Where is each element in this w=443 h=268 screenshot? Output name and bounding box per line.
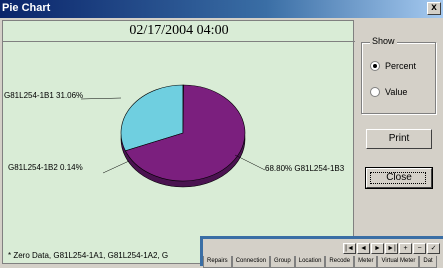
tab-virtual-meter[interactable]: Virtual Meter — [377, 256, 420, 268]
zero-data-note: * Zero Data, G81L254-1A1, G81L254-1A2, G — [8, 251, 169, 260]
tab-meter[interactable]: Meter — [354, 256, 378, 268]
pie-chart — [80, 84, 266, 188]
tab-repairs[interactable]: Repairs — [203, 256, 232, 268]
radio-value-label: Value — [385, 87, 408, 97]
slice-label-b1: G81L254-1B1 31.06% — [4, 91, 84, 100]
focus-rect — [370, 172, 426, 184]
chart-panel: 02/17/2004 04:00 G81L254-1B1 31.06% G81L… — [2, 20, 355, 264]
nav-next-button[interactable]: ► — [371, 243, 384, 254]
nav-first-button[interactable]: |◄ — [343, 243, 356, 254]
radio-value[interactable]: Value — [370, 85, 407, 99]
chart-date-title: 02/17/2004 04:00 — [129, 23, 229, 38]
leader-line-1 — [102, 160, 130, 174]
close-button[interactable]: Close — [365, 167, 433, 189]
background-window: |◄ ◄ ► ►| + − ✓ Repairs Connection Group… — [200, 236, 443, 268]
tab-recode[interactable]: Recode — [325, 256, 355, 268]
leader-line-2 — [234, 154, 266, 171]
radio-value-circle[interactable] — [370, 87, 380, 97]
chart-divider — [3, 41, 355, 42]
radio-percent-label: Percent — [385, 61, 417, 71]
pie-chart-window: Pie Chart x 02/17/2004 04:00 G81L254-1B1… — [0, 0, 443, 268]
close-icon[interactable]: x — [427, 2, 441, 15]
tab-location[interactable]: Location — [294, 256, 326, 268]
title-bar[interactable]: Pie Chart x — [0, 0, 443, 18]
tab-connection[interactable]: Connection — [231, 256, 271, 268]
nav-post-button[interactable]: ✓ — [427, 243, 440, 254]
bottom-tabs: Repairs Connection Group Location Recode… — [203, 256, 437, 268]
show-group-legend: Show — [370, 36, 397, 46]
leader-line-0 — [80, 97, 122, 100]
nav-last-button[interactable]: ►| — [385, 243, 398, 254]
slice-label-b2: G81L254-1B2 0.14% — [8, 163, 83, 172]
nav-delete-button[interactable]: − — [413, 243, 426, 254]
nav-prev-button[interactable]: ◄ — [357, 243, 370, 254]
slice-label-b3: 68.80% G81L254-1B3 — [265, 164, 345, 173]
window-title: Pie Chart — [2, 2, 51, 14]
tab-group[interactable]: Group — [270, 256, 295, 268]
radio-percent[interactable]: Percent — [370, 59, 416, 73]
record-navigator: |◄ ◄ ► ►| + − ✓ — [343, 243, 441, 254]
tab-dat[interactable]: Dat — [419, 256, 437, 268]
show-group: Show Percent Value — [361, 36, 436, 114]
nav-add-button[interactable]: + — [399, 243, 412, 254]
radio-percent-circle[interactable] — [370, 61, 380, 71]
print-button[interactable]: Print — [366, 129, 432, 149]
